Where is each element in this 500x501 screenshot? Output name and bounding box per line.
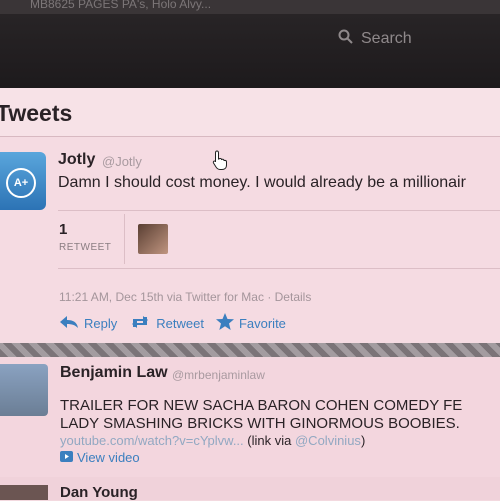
browser-tab[interactable]: MB8625 PAGES PA's, Holo Alvy...: [30, 0, 211, 11]
avatar[interactable]: A+: [0, 152, 46, 210]
browser-tab-strip: MB8625 PAGES PA's, Holo Alvy...: [0, 0, 500, 14]
link-via-suffix: ): [360, 433, 366, 448]
favorite-button[interactable]: Favorite: [215, 313, 286, 333]
divider: [58, 268, 500, 269]
tweet-text-line: TRAILER FOR NEW SACHA BARON COHEN COMEDY…: [60, 397, 463, 414]
reply-label: Reply: [84, 315, 118, 331]
link-via-prefix: (link via: [247, 433, 295, 448]
view-video-label: View video: [77, 450, 140, 465]
hand-cursor-icon: [212, 150, 228, 175]
tweet-handle[interactable]: @mrbenjaminlaw: [172, 368, 265, 382]
video-icon: [60, 450, 73, 465]
tweet-text-line: LADY SMASHING BRICKS WITH GINORMOUS BOOB…: [60, 415, 460, 432]
tweet-link[interactable]: youtube.com/watch?v=cYplvw...: [60, 433, 244, 448]
tweet-text: Damn I should cost money. I would alread…: [58, 174, 466, 191]
favorite-label: Favorite: [238, 315, 286, 331]
avatar[interactable]: [0, 485, 48, 500]
reply-icon: [59, 315, 79, 332]
retweet-count-label: RETWEET: [59, 242, 112, 253]
tweet-handle[interactable]: @Jotly: [102, 154, 142, 169]
reply-button[interactable]: Reply: [59, 313, 117, 333]
tweet-actions: Reply Retweet Favorite: [59, 313, 286, 333]
retweeter-avatar[interactable]: [138, 224, 168, 254]
tweet-author[interactable]: Dan Young: [60, 484, 138, 501]
search-icon: [338, 29, 353, 49]
divider: [58, 210, 500, 211]
tweet-author[interactable]: Jotly: [58, 151, 95, 169]
divider: [124, 214, 125, 264]
avatar[interactable]: [0, 364, 48, 416]
timeline-header: [0, 88, 500, 137]
retweet-count[interactable]: 1: [59, 221, 67, 238]
search-box[interactable]: Search: [338, 28, 412, 50]
avatar-text: A+: [6, 168, 36, 198]
divider: [0, 343, 500, 357]
view-video-link[interactable]: View video: [60, 450, 140, 465]
page-title: Tweets: [0, 100, 73, 126]
star-icon: [215, 313, 234, 333]
tweet-timestamp[interactable]: 11:21 AM, Dec 15th via Twitter for Mac ·…: [59, 290, 311, 304]
retweet-label: Retweet: [156, 315, 204, 331]
retweet-button[interactable]: Retweet: [129, 313, 204, 333]
tweet-author[interactable]: Benjamin Law: [60, 364, 168, 382]
tweet-link-line: youtube.com/watch?v=cYplvw... (link via …: [60, 433, 365, 448]
search-placeholder[interactable]: Search: [361, 30, 412, 48]
mention-link[interactable]: @Colvinius: [295, 433, 361, 448]
retweet-icon: [129, 315, 151, 332]
